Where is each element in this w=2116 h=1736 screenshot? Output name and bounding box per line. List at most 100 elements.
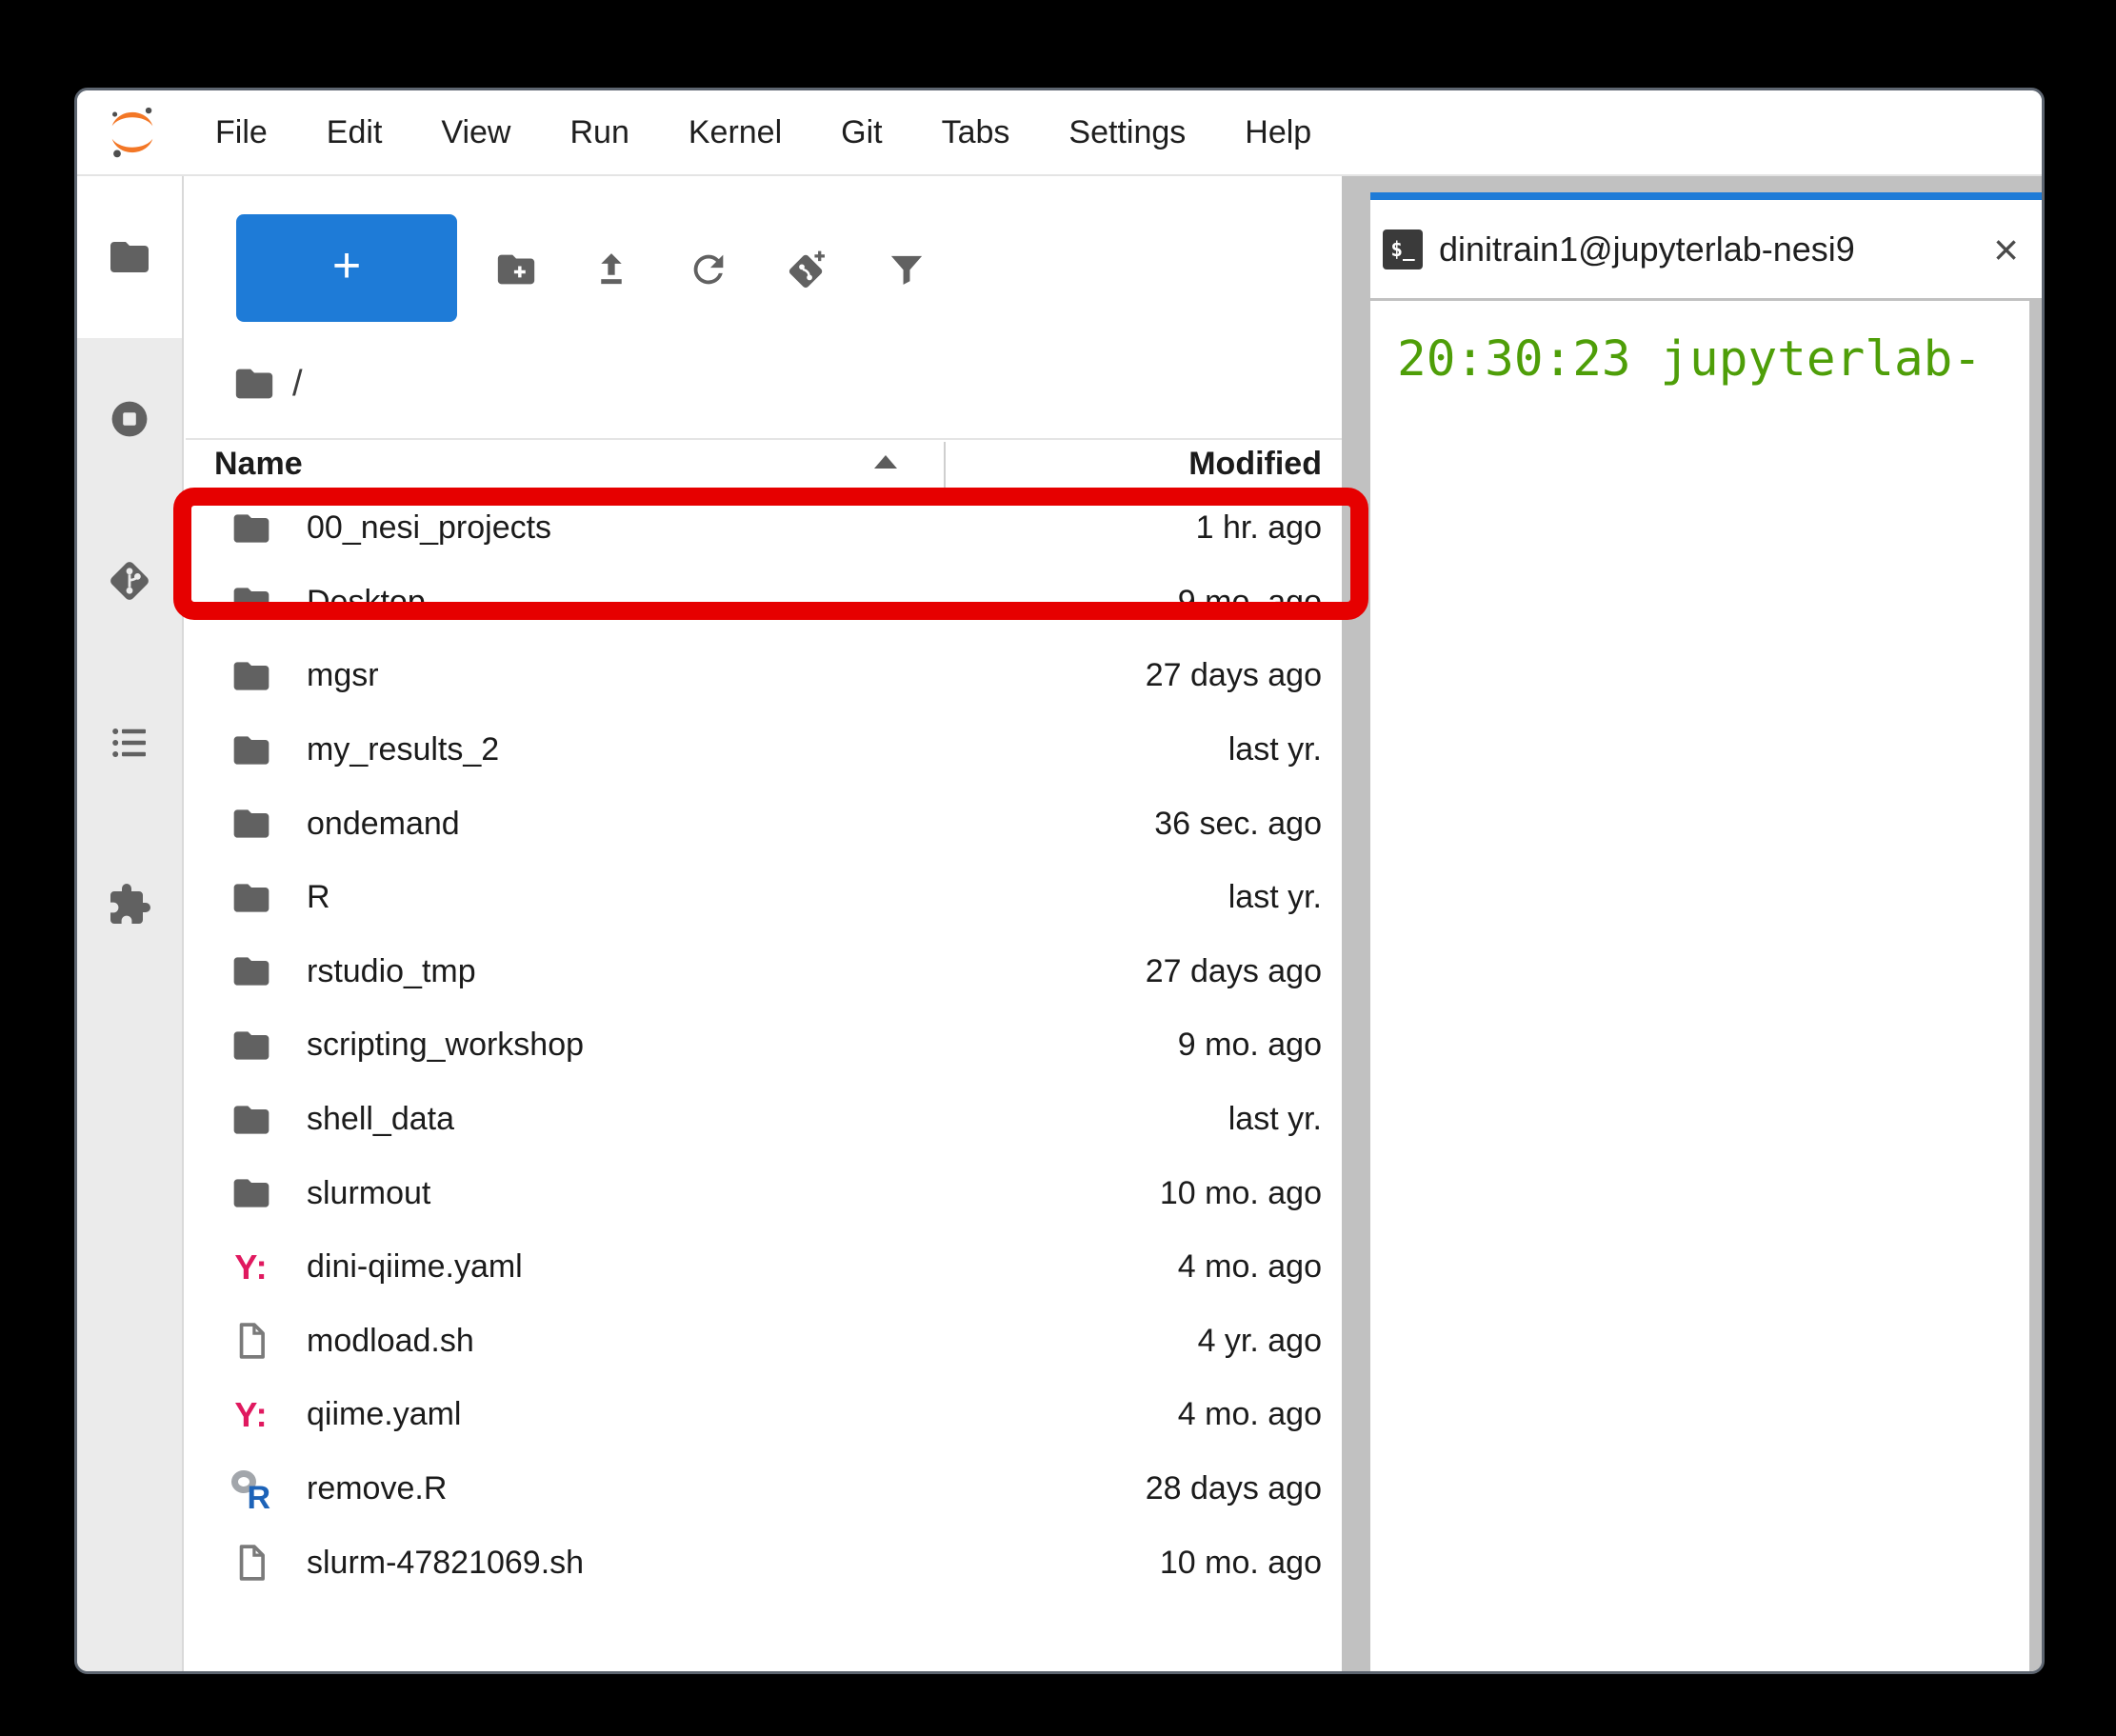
menu-item-kernel[interactable]: Kernel (659, 91, 811, 173)
file-modified: 28 days ago (1146, 1470, 1322, 1507)
stop-circle-icon (107, 396, 152, 442)
file-icon (230, 1541, 272, 1585)
yaml-icon: Y: (230, 1393, 272, 1437)
menu-item-edit[interactable]: Edit (297, 91, 412, 173)
file-row-shell_data[interactable]: shell_data last yr. (186, 1083, 1342, 1157)
file-row-slurm-47821069.sh[interactable]: slurm-47821069.sh 10 mo. ago (186, 1526, 1342, 1600)
file-icon (230, 1319, 272, 1363)
git-icon (107, 558, 152, 604)
menu-item-tabs[interactable]: Tabs (912, 91, 1040, 173)
file-modified: last yr. (1228, 879, 1322, 916)
file-list-header: Name Modified (186, 440, 1342, 491)
filter-button[interactable] (877, 240, 936, 299)
file-modified: 4 yr. ago (1198, 1323, 1322, 1360)
file-row-ondemand[interactable]: ondemand 36 sec. ago (186, 787, 1342, 861)
menu-item-file[interactable]: File (186, 91, 297, 173)
file-row-remove.R[interactable]: R remove.R 28 days ago (186, 1452, 1342, 1526)
sidebar-item-extensions[interactable] (77, 824, 182, 986)
folder-icon (230, 580, 272, 624)
file-modified: 9 mo. ago (1178, 584, 1322, 621)
file-name: slurmout (307, 1175, 430, 1212)
close-icon[interactable]: × (1993, 228, 2019, 271)
yaml-icon: Y: (230, 1246, 272, 1289)
file-modified: 27 days ago (1146, 953, 1322, 990)
home-folder-icon (232, 362, 276, 406)
file-name: scripting_workshop (307, 1027, 584, 1064)
file-row-Desktop[interactable]: Desktop 9 mo. ago (186, 566, 1342, 640)
file-name: R (307, 879, 330, 916)
file-browser-panel: + (186, 176, 1342, 1671)
terminal-tab-title: dinitrain1@jupyterlab-nesi9 (1439, 229, 1855, 269)
sidebar-item-git[interactable] (77, 500, 182, 662)
menu-item-run[interactable]: Run (540, 91, 658, 173)
column-header-name[interactable]: Name (214, 446, 303, 483)
file-name: my_results_2 (307, 731, 499, 768)
folder-icon (230, 1098, 272, 1142)
menu-item-help[interactable]: Help (1215, 91, 1341, 173)
folder-icon (230, 507, 272, 550)
file-row-my_results_2[interactable]: my_results_2 last yr. (186, 713, 1342, 788)
terminal-output-line: 20:30:23 jupyterlab- (1397, 331, 2029, 388)
new-folder-icon (494, 248, 538, 291)
terminal-output-area[interactable]: 20:30:23 jupyterlab- (1370, 301, 2029, 1671)
menu-item-settings[interactable]: Settings (1039, 91, 1215, 173)
file-modified: 4 mo. ago (1178, 1248, 1322, 1286)
file-name: Desktop (307, 584, 426, 621)
folder-icon (230, 949, 272, 993)
folder-icon (230, 1171, 272, 1215)
file-modified: 10 mo. ago (1160, 1545, 1322, 1582)
file-name: remove.R (307, 1470, 447, 1507)
folder-icon (230, 802, 272, 846)
dock-tab-bar: $_ dinitrain1@jupyterlab-nesi9 × (1342, 176, 2042, 298)
file-row-qiime.yaml[interactable]: Y: qiime.yaml 4 mo. ago (186, 1378, 1342, 1452)
file-name: modload.sh (307, 1323, 474, 1360)
menu-item-git[interactable]: Git (811, 91, 911, 173)
menu-bar: FileEditViewRunKernelGitTabsSettingsHelp (77, 90, 2042, 176)
file-modified: 4 mo. ago (1178, 1396, 1322, 1433)
sidebar-item-file-browser[interactable] (77, 176, 182, 338)
jupyterlab-window: FileEditViewRunKernelGitTabsSettingsHelp (74, 88, 2045, 1674)
file-name: mgsr (307, 657, 379, 694)
sidebar-item-running-kernels[interactable] (77, 338, 182, 500)
file-row-slurmout[interactable]: slurmout 10 mo. ago (186, 1156, 1342, 1230)
file-name: slurm-47821069.sh (307, 1545, 584, 1582)
file-row-mgsr[interactable]: mgsr 27 days ago (186, 639, 1342, 713)
folder-icon (230, 654, 272, 698)
file-modified: 10 mo. ago (1160, 1175, 1322, 1212)
file-row-00_nesi_projects[interactable]: 00_nesi_projects 1 hr. ago (186, 491, 1342, 566)
menu-items: FileEditViewRunKernelGitTabsSettingsHelp (186, 91, 1341, 173)
folder-icon (230, 728, 272, 772)
folder-icon (230, 876, 272, 920)
column-divider (944, 442, 946, 491)
file-row-dini-qiime.yaml[interactable]: Y: dini-qiime.yaml 4 mo. ago (186, 1230, 1342, 1305)
file-modified: 1 hr. ago (1196, 509, 1322, 547)
terminal-tab[interactable]: $_ dinitrain1@jupyterlab-nesi9 × (1370, 192, 2042, 298)
file-row-modload.sh[interactable]: modload.sh 4 yr. ago (186, 1305, 1342, 1379)
file-row-rstudio_tmp[interactable]: rstudio_tmp 27 days ago (186, 935, 1342, 1009)
menu-item-view[interactable]: View (411, 91, 540, 173)
file-row-R[interactable]: R last yr. (186, 861, 1342, 935)
breadcrumb[interactable]: / (232, 359, 303, 409)
breadcrumb-path: / (292, 364, 303, 405)
new-folder-button[interactable] (487, 240, 546, 299)
file-row-scripting_workshop[interactable]: scripting_workshop 9 mo. ago (186, 1008, 1342, 1083)
refresh-icon (687, 248, 730, 291)
terminal-dock: $_ dinitrain1@jupyterlab-nesi9 × 20:30:2… (1342, 176, 2042, 1671)
terminal-icon: $_ (1383, 229, 1423, 269)
file-modified: last yr. (1228, 1101, 1322, 1138)
file-name: ondemand (307, 806, 460, 843)
new-launcher-button[interactable]: + (236, 214, 457, 322)
list-icon (107, 720, 152, 766)
file-name: qiime.yaml (307, 1396, 461, 1433)
file-modified: 36 sec. ago (1154, 806, 1322, 843)
upload-button[interactable] (582, 240, 641, 299)
refresh-button[interactable] (679, 240, 738, 299)
puzzle-icon (107, 882, 152, 928)
git-clone-button[interactable] (777, 240, 836, 299)
sidebar-item-table-of-contents[interactable] (77, 662, 182, 824)
sort-ascending-icon[interactable] (874, 455, 897, 469)
column-header-modified[interactable]: Modified (1188, 446, 1322, 483)
activity-sidebar (77, 176, 184, 1671)
file-name: dini-qiime.yaml (307, 1248, 523, 1286)
file-modified: 27 days ago (1146, 657, 1322, 694)
